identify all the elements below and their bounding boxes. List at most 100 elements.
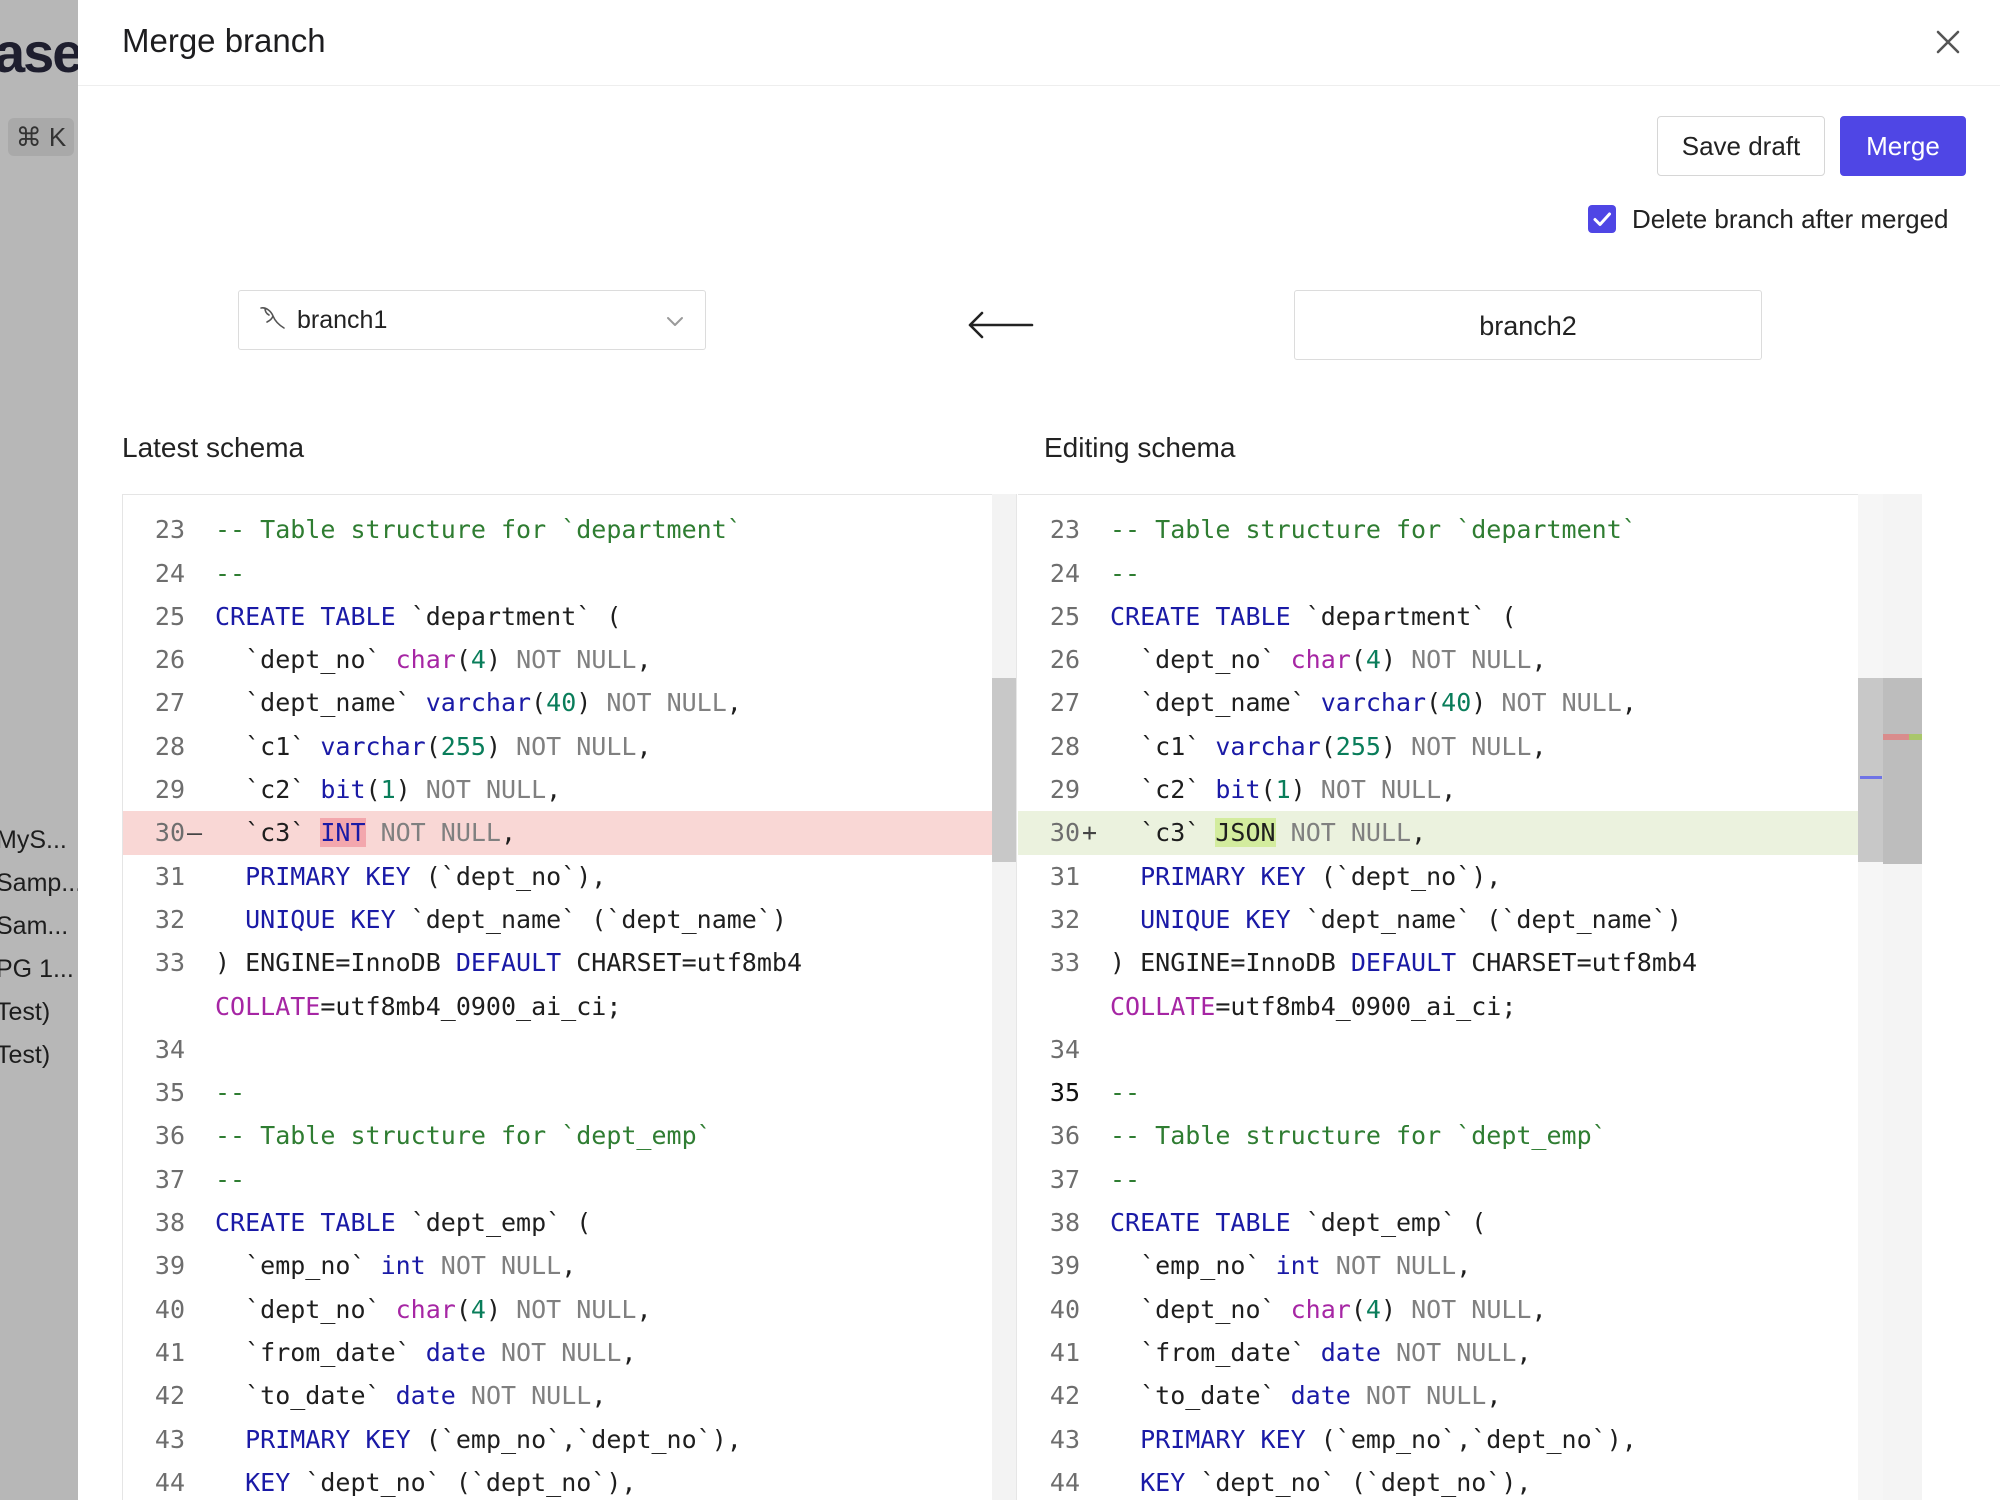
code-line[interactable]: 32 UNIQUE KEY `dept_name` (`dept_name`) — [123, 898, 992, 941]
code-line[interactable]: 37 -- — [123, 1158, 992, 1201]
close-icon[interactable] — [1928, 22, 1968, 62]
bg-sidebar-item[interactable]: Test) — [0, 1041, 50, 1070]
code-token: NOT NULL — [1290, 818, 1412, 848]
code-line[interactable]: 42 `to_date` date NOT NULL, — [1018, 1374, 1888, 1417]
line-number: 30 — [1049, 818, 1080, 848]
code-token: 40 — [1441, 688, 1472, 718]
line-number: 35 — [154, 1078, 185, 1108]
code-line[interactable]: 25 CREATE TABLE `department` ( — [123, 595, 992, 638]
code-line[interactable]: 22 — [123, 495, 992, 508]
cursor-position-marker — [1860, 776, 1882, 779]
code-line[interactable]: 33) ENGINE=InnoDB DEFAULT CHARSET=utf8mb… — [1018, 941, 1888, 984]
code-line[interactable]: 38 CREATE TABLE `dept_emp` ( — [123, 1201, 992, 1244]
code-line[interactable]: 32 UNIQUE KEY `dept_name` (`dept_name`) — [1018, 898, 1888, 941]
code-line[interactable]: 27 `dept_name` varchar(40) NOT NULL, — [123, 681, 992, 724]
bg-sidebar-item[interactable]: MyS... — [0, 826, 67, 855]
code-line[interactable]: 38 CREATE TABLE `dept_emp` ( — [1018, 1201, 1888, 1244]
line-number: 41 — [154, 1337, 185, 1367]
code-token: NOT NULL — [1396, 1337, 1517, 1367]
code-line[interactable]: 26 `dept_no` char(4) NOT NULL, — [123, 638, 992, 681]
code-line[interactable]: 25 CREATE TABLE `department` ( — [1018, 595, 1888, 638]
code-line[interactable]: 30— `c3` INT NOT NULL, — [123, 811, 992, 855]
code-token: char — [1290, 1294, 1351, 1324]
diff-split-divider[interactable] — [1016, 494, 1017, 1500]
code-token: `c3` — [215, 818, 321, 848]
code-line[interactable]: 35 -- — [123, 1071, 992, 1114]
bg-sidebar-item[interactable]: Sam... — [0, 912, 68, 941]
bg-sidebar-item[interactable]: PG 1... — [0, 955, 74, 984]
code-line[interactable]: 42 `to_date` date NOT NULL, — [123, 1374, 992, 1417]
code-line[interactable]: 33) ENGINE=InnoDB DEFAULT CHARSET=utf8mb… — [123, 941, 992, 984]
code-line[interactable]: COLLATE=utf8mb4_0900_ai_ci; — [123, 985, 992, 1028]
bg-sidebar-item[interactable]: Samp... — [0, 869, 78, 898]
merge-button[interactable]: Merge — [1840, 116, 1966, 176]
code-token: `c3` — [1110, 818, 1216, 848]
code-line[interactable]: 24 -- — [1018, 552, 1888, 595]
code-line[interactable]: 40 `dept_no` char(4) NOT NULL, — [1018, 1288, 1888, 1331]
line-number: 28 — [154, 731, 185, 761]
code-line[interactable]: 27 `dept_name` varchar(40) NOT NULL, — [1018, 681, 1888, 724]
code-line[interactable]: 34 — [1018, 1028, 1888, 1071]
code-line[interactable]: 39 `emp_no` int NOT NULL, — [1018, 1244, 1888, 1287]
code-token: NOT NULL — [425, 775, 547, 805]
code-line[interactable]: 26 `dept_no` char(4) NOT NULL, — [1018, 638, 1888, 681]
code-token: date — [1320, 1337, 1381, 1367]
code-line[interactable]: 44 KEY `dept_no` (`dept_no`), — [1018, 1461, 1888, 1500]
command-palette-shortcut[interactable]: ⌘ K — [8, 118, 74, 156]
code-line[interactable]: 36 -- Table structure for `dept_emp` — [123, 1114, 992, 1157]
line-number: 24 — [1049, 558, 1080, 588]
code-line[interactable]: 43 PRIMARY KEY (`emp_no`,`dept_no`), — [123, 1418, 992, 1461]
code-token: , — [1486, 1381, 1502, 1411]
code-token: PRIMARY KEY — [1140, 1424, 1306, 1454]
line-code: `dept_no` char(4) NOT NULL, — [1110, 1288, 1546, 1331]
left-scrollbar-thumb[interactable] — [992, 678, 1016, 862]
code-line[interactable]: 35 -- — [1018, 1071, 1888, 1114]
code-token: NOT NULL — [516, 645, 637, 675]
code-token: 4 — [1365, 1294, 1381, 1324]
code-line[interactable]: 43 PRIMARY KEY (`emp_no`,`dept_no`), — [1018, 1418, 1888, 1461]
line-number: 33 — [1049, 948, 1080, 978]
code-line[interactable]: 44 KEY `dept_no` (`dept_no`), — [123, 1461, 992, 1500]
bg-sidebar-item[interactable]: Test) — [0, 998, 50, 1027]
code-token: -- Table structure for `department` — [1110, 515, 1637, 545]
right-scrollbar[interactable] — [1858, 494, 1883, 1500]
editing-schema-editor[interactable]: 2223-- Table structure for `department`2… — [1018, 494, 1888, 1500]
code-line[interactable]: 23 -- Table structure for `department` — [123, 508, 992, 551]
delete-branch-option[interactable]: Delete branch after merged — [1588, 202, 1949, 236]
diff-overview-ruler[interactable] — [1883, 494, 1922, 1500]
code-token: date — [1290, 1381, 1351, 1411]
right-scrollbar-thumb[interactable] — [1858, 678, 1883, 862]
delete-branch-checkbox[interactable] — [1588, 205, 1616, 233]
latest-schema-editor[interactable]: 2223-- Table structure for `department`2… — [122, 494, 992, 1500]
line-number: 36 — [1049, 1121, 1080, 1151]
code-line[interactable]: 30 + `c3` JSON NOT NULL, — [1018, 811, 1888, 855]
code-line[interactable]: COLLATE=utf8mb4_0900_ai_ci; — [1018, 985, 1888, 1028]
code-token: , — [1621, 688, 1637, 718]
code-line[interactable]: 40 `dept_no` char(4) NOT NULL, — [123, 1288, 992, 1331]
code-line[interactable]: 37 -- — [1018, 1158, 1888, 1201]
line-code: KEY `dept_no` (`dept_no`), — [1110, 1461, 1531, 1500]
code-line[interactable]: 34 — [123, 1028, 992, 1071]
code-line[interactable]: 29 `c2` bit(1) NOT NULL, — [1018, 768, 1888, 811]
code-line[interactable]: 29 `c2` bit(1) NOT NULL, — [123, 768, 992, 811]
code-line[interactable]: 28 `c1` varchar(255) NOT NULL, — [1018, 725, 1888, 768]
modal-title: Merge branch — [122, 22, 326, 59]
code-token: , — [726, 688, 742, 718]
code-line[interactable]: 22 — [1018, 495, 1888, 508]
code-line[interactable]: 36 -- Table structure for `dept_emp` — [1018, 1114, 1888, 1157]
code-line[interactable]: 24 -- — [123, 552, 992, 595]
code-token: `dept_no` — [215, 645, 396, 675]
left-scrollbar[interactable] — [992, 494, 1016, 1500]
code-line[interactable]: 31 PRIMARY KEY (`dept_no`), — [1018, 855, 1888, 898]
code-line[interactable]: 39 `emp_no` int NOT NULL, — [123, 1244, 992, 1287]
overview-viewport[interactable] — [1883, 678, 1922, 864]
save-draft-button[interactable]: Save draft — [1657, 116, 1825, 176]
code-line[interactable]: 31 PRIMARY KEY (`dept_no`), — [123, 855, 992, 898]
code-line[interactable]: 41 `from_date` date NOT NULL, — [1018, 1331, 1888, 1374]
code-line[interactable]: 41 `from_date` date NOT NULL, — [123, 1331, 992, 1374]
source-branch-select[interactable]: branch1 — [238, 290, 706, 350]
code-line[interactable]: 28 `c1` varchar(255) NOT NULL, — [123, 725, 992, 768]
code-token: NOT NULL — [1411, 1294, 1532, 1324]
code-line[interactable]: 23 -- Table structure for `department` — [1018, 508, 1888, 551]
